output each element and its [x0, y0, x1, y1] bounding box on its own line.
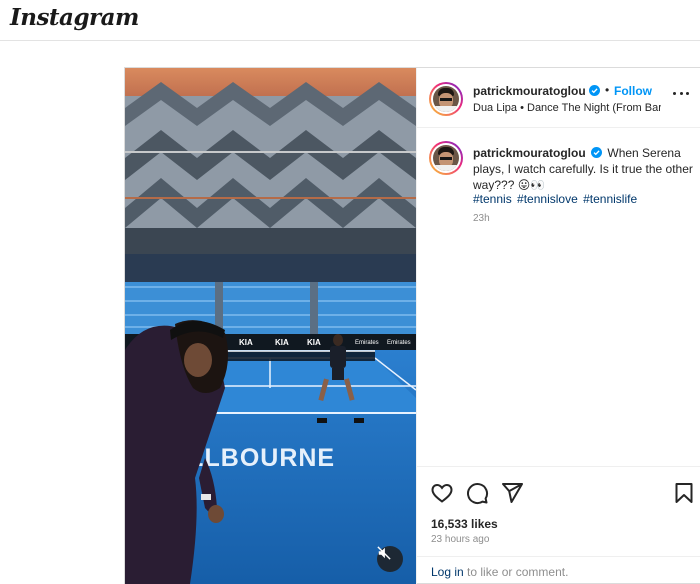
top-bar: Instagram [0, 0, 700, 41]
audio-track-link[interactable]: Dua Lipa • Dance The Night (From Bar... [473, 102, 661, 114]
post-caption: patrickmouratoglou When Serena plays, I … [473, 145, 693, 193]
instagram-logo[interactable]: Instagram [10, 4, 139, 31]
login-link[interactable]: Log in [431, 565, 464, 579]
more-icon [673, 92, 676, 95]
heart-icon[interactable] [430, 481, 454, 505]
likes-count[interactable]: 16,533 likes [431, 517, 498, 531]
more-options-button[interactable] [673, 92, 689, 98]
sponsor-board-3: KIA [307, 338, 321, 347]
sponsor-board-1: KIA [239, 338, 253, 347]
hashtag-tennislove[interactable]: #tennislove [517, 192, 578, 206]
post-timestamp: 23 hours ago [431, 534, 490, 545]
bookmark-icon[interactable] [672, 481, 696, 505]
post-actions: 16,533 likes 23 hours ago Log in to like… [417, 466, 700, 584]
hashtag-list: #tennis #tennislove #tennislife [473, 192, 639, 206]
sponsor-board-2: KIA [275, 338, 289, 347]
post-video[interactable]: KIA KIA KIA Emirates KIA Emirates [125, 68, 416, 584]
sponsor-board-4: Emirates [355, 340, 379, 346]
caption-author-avatar[interactable] [429, 141, 463, 175]
verified-icon [591, 147, 603, 158]
post-card: KIA KIA KIA Emirates KIA Emirates [124, 67, 700, 584]
caption-username[interactable]: patrickmouratoglou [473, 146, 586, 160]
author-avatar[interactable] [429, 82, 463, 116]
author-username[interactable]: patrickmouratoglou [473, 84, 586, 98]
mute-icon [377, 546, 391, 560]
share-icon[interactable] [500, 481, 524, 505]
separator-dot: • [605, 83, 610, 97]
follow-button[interactable]: Follow [614, 84, 652, 98]
sponsor-board-6: Emirates [387, 340, 411, 346]
hashtag-tennislife[interactable]: #tennislife [583, 192, 637, 206]
login-prompt-text: to like or comment. [463, 565, 569, 579]
post-sidebar: patrickmouratoglou • Follow Dua Lipa • D… [416, 68, 700, 584]
verified-icon [589, 85, 600, 96]
comment-icon[interactable] [465, 481, 489, 505]
login-prompt: Log in to like or comment. [417, 556, 700, 584]
post-header: patrickmouratoglou • Follow Dua Lipa • D… [417, 68, 700, 128]
caption-timestamp: 23h [473, 213, 490, 224]
video-frame-illustration: KIA KIA KIA Emirates KIA Emirates [125, 68, 416, 584]
mute-button[interactable] [377, 546, 403, 572]
hashtag-tennis[interactable]: #tennis [473, 192, 512, 206]
